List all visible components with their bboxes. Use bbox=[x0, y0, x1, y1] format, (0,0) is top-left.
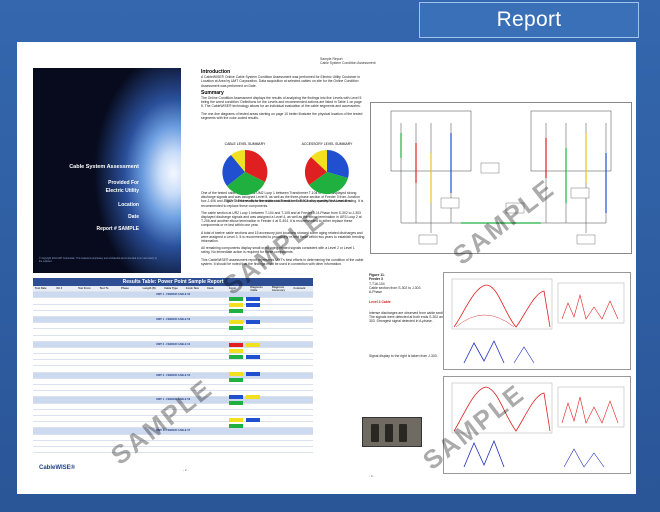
table-header-cell: Comment bbox=[293, 287, 306, 291]
pie-left bbox=[222, 149, 268, 196]
photo-terminal bbox=[385, 424, 393, 442]
cover-client: Electric Utility bbox=[105, 188, 139, 194]
summary-text-1: The Online Condition Assessment displays… bbox=[201, 96, 362, 109]
body-text-3: A total of twelve cable sections and 15 … bbox=[201, 230, 365, 244]
table-header-cell: Phase bbox=[121, 287, 129, 291]
equipment-photo bbox=[362, 417, 422, 447]
table-row bbox=[33, 447, 313, 454]
diagnosis-cell-blue bbox=[246, 418, 260, 422]
diagnosis-cell-yellow bbox=[229, 303, 243, 307]
table-header-cell: Test Date bbox=[35, 287, 47, 291]
diagnosis-cell-green bbox=[229, 309, 243, 313]
body-text-5: This CableWISE® assessment report repres… bbox=[201, 257, 364, 266]
table-header-cell: Insul. bbox=[207, 287, 215, 291]
photo-terminal bbox=[371, 424, 379, 442]
pie-right bbox=[304, 150, 349, 195]
slide-background: Report Cable System Assessment Provided … bbox=[0, 0, 660, 512]
signal-plot-bottom-svg bbox=[451, 382, 625, 468]
pie-left-title: CABLE LEVEL SUMMARY bbox=[225, 142, 266, 146]
pie-caption: Figure 1: Test results for the online ci… bbox=[225, 199, 352, 203]
table-header-cell: Kit # bbox=[56, 287, 63, 291]
diagnosis-cell-blue bbox=[229, 395, 243, 399]
cover-swirl-graphic bbox=[91, 68, 181, 273]
summary-heading: Summary bbox=[201, 89, 224, 96]
report-cover: Cable System Assessment Provided For Ele… bbox=[33, 68, 181, 273]
diagnosis-cell-blue bbox=[246, 320, 260, 324]
table-header-cell: Cable Type bbox=[164, 287, 178, 291]
report-page-spread: Cable System Assessment Provided For Ele… bbox=[17, 42, 636, 494]
diagnosis-cell-blue bbox=[246, 297, 260, 301]
summary-text-2: The one-line diagrams of tested areas st… bbox=[201, 111, 363, 120]
slide-title: Report bbox=[419, 2, 639, 38]
signal-plot-top-svg bbox=[451, 278, 625, 364]
intro-heading: Introduction bbox=[201, 69, 231, 75]
diagnosis-cell-yellow bbox=[246, 395, 260, 399]
diagnosis-cell-blue bbox=[246, 355, 260, 359]
table-header-cell: Diagnosis Cable bbox=[250, 285, 263, 292]
one-line-diagram bbox=[370, 102, 632, 254]
cablewise-logo: CableWISE® bbox=[39, 465, 76, 471]
diagnosis-cell-yellow bbox=[229, 418, 243, 422]
pie-charts: CABLE LEVEL SUMMARY ACCESSORY LEVEL SUMM… bbox=[205, 140, 371, 204]
diagnosis-cell-yellow bbox=[229, 349, 243, 353]
diagnosis-cell-green bbox=[229, 326, 243, 330]
left-page-number: - 2 - bbox=[183, 468, 189, 472]
body-text-2: The cable section at UR2 Loop 1 between … bbox=[201, 210, 362, 228]
table-header-cell: Test From bbox=[78, 287, 91, 291]
pie-right-title: ACCESSORY LEVEL SUMMARY bbox=[302, 142, 353, 146]
diagnosis-cell-green bbox=[229, 401, 243, 405]
photo-terminal bbox=[399, 424, 407, 442]
cover-location: Location bbox=[118, 202, 139, 208]
diagnosis-cell-blue bbox=[246, 303, 260, 307]
diagnosis-cell-green bbox=[229, 378, 243, 382]
cover-fine-print: © Copyright 2011 UMT Corporation. This m… bbox=[39, 258, 158, 263]
figure-description-1: Intense discharges are observed from cab… bbox=[369, 310, 449, 324]
diagnosis-cell-yellow bbox=[229, 320, 243, 324]
intro-text: A CableWISE® Online Cable System Conditi… bbox=[201, 75, 361, 88]
diagnosis-cell-yellow bbox=[229, 372, 243, 376]
cover-date: Date bbox=[128, 214, 139, 220]
signal-plots bbox=[443, 272, 631, 474]
diagnosis-cell-green bbox=[229, 297, 243, 301]
diagnosis-cell-green bbox=[229, 424, 243, 428]
cover-title: Cable System Assessment bbox=[69, 164, 139, 170]
results-table: Results Table: Power Point Sample Report… bbox=[33, 278, 313, 474]
table-header-cell: Diagnosis Accessory bbox=[271, 285, 285, 292]
figure-text: Figure 11. Feeder 3 T-T16-104 Cable sect… bbox=[369, 273, 449, 358]
table-header-cell: Length (ft) bbox=[142, 287, 156, 291]
table-header-cell: Cond. Size bbox=[185, 287, 199, 291]
body-text-4: All remaining components display small o… bbox=[201, 246, 355, 255]
figure-description-2: Signal display to the right is taken fro… bbox=[369, 353, 438, 358]
diagnosis-cell-green bbox=[229, 355, 243, 359]
pie-charts-svg: CABLE LEVEL SUMMARY ACCESSORY LEVEL SUMM… bbox=[222, 142, 353, 203]
cover-provided-for: Provided For bbox=[108, 180, 139, 186]
table-header-cell: Test To bbox=[99, 287, 109, 291]
diagnosis-cell-blue bbox=[246, 372, 260, 376]
signal-plot-bottom bbox=[443, 376, 631, 474]
diagnosis-cell-red bbox=[229, 343, 243, 347]
results-table-grid: Test Date Kit # Test From Test To Phase … bbox=[33, 285, 313, 454]
diagnosis-cell-yellow bbox=[246, 343, 260, 347]
right-page-number: - 3 - bbox=[369, 474, 375, 478]
one-line-diagram-svg bbox=[390, 110, 612, 245]
table-header-cell: Cond. bbox=[228, 287, 237, 291]
cover-report-number: Report # SAMPLE bbox=[96, 226, 139, 232]
signal-plot-top bbox=[443, 272, 631, 370]
